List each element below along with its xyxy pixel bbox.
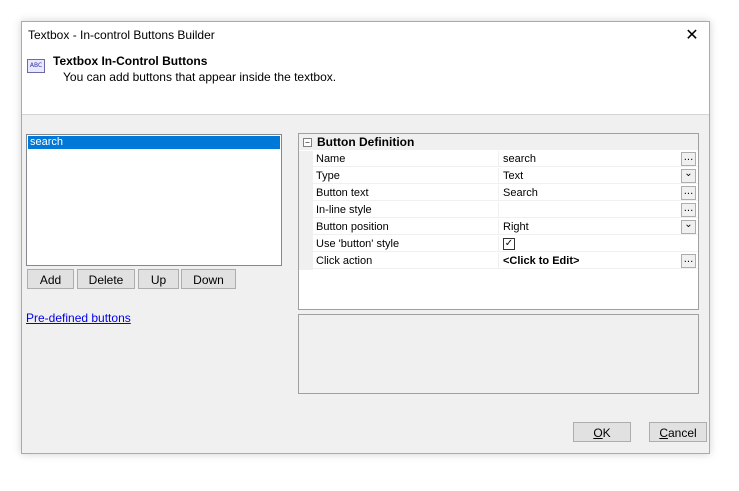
property-value-text: <Click to Edit>	[503, 255, 580, 267]
title-bar: Textbox - In-control Buttons Builder ✕	[22, 22, 709, 48]
collapse-icon[interactable]: −	[303, 138, 312, 147]
add-button[interactable]: Add	[27, 269, 74, 289]
property-row-click-action: Click action <Click to Edit> ...	[299, 253, 698, 270]
property-value-text: Right	[503, 221, 529, 233]
row-gutter	[299, 202, 313, 219]
property-value-text: search	[503, 153, 537, 165]
chevron-down-icon[interactable]: ⌄	[681, 220, 696, 234]
property-value-text: Text	[503, 170, 524, 182]
property-row-name: Name search ...	[299, 151, 698, 168]
cancel-button[interactable]: Cancel	[649, 422, 707, 442]
cancel-label: ancel	[667, 426, 697, 440]
property-grid: − Button Definition Name search ... Type…	[298, 133, 699, 310]
property-value[interactable]: ...	[499, 202, 698, 218]
ellipsis-icon[interactable]: ...	[681, 203, 696, 217]
property-name[interactable]: Click action	[313, 253, 499, 269]
row-gutter	[299, 168, 313, 185]
property-name[interactable]: Name	[313, 151, 499, 167]
property-row-inline-style: In-line style ...	[299, 202, 698, 219]
property-value[interactable]: Text ⌄	[499, 168, 698, 184]
property-row-button-text: Button text Search ...	[299, 185, 698, 202]
property-value[interactable]: search ...	[499, 151, 698, 167]
property-value-text: Search	[503, 187, 538, 199]
category-label: Button Definition	[317, 135, 415, 149]
ok-mnemonic: O	[593, 426, 603, 440]
header-title: Textbox In-Control Buttons	[53, 54, 208, 68]
use-button-style-checkbox[interactable]: ✓	[503, 238, 515, 250]
ellipsis-icon[interactable]: ...	[681, 152, 696, 166]
property-name[interactable]: Use 'button' style	[313, 236, 499, 252]
property-name[interactable]: Button position	[313, 219, 499, 235]
row-gutter	[299, 151, 313, 168]
property-value[interactable]: Search ...	[499, 185, 698, 201]
property-value[interactable]: Right ⌄	[499, 219, 698, 235]
property-row-button-position: Button position Right ⌄	[299, 219, 698, 236]
property-name[interactable]: In-line style	[313, 202, 499, 218]
property-description-panel	[298, 314, 699, 394]
up-button[interactable]: Up	[138, 269, 179, 289]
window-title: Textbox - In-control Buttons Builder	[28, 28, 215, 42]
row-gutter	[299, 185, 313, 202]
predefined-buttons-link[interactable]: Pre-defined buttons	[26, 311, 131, 325]
row-gutter	[299, 253, 313, 270]
header-subtitle: You can add buttons that appear inside t…	[63, 70, 337, 84]
property-name[interactable]: Type	[313, 168, 499, 184]
down-button[interactable]: Down	[181, 269, 236, 289]
dialog-header: ABC Textbox In-Control Buttons You can a…	[22, 48, 709, 115]
cancel-mnemonic: C	[659, 426, 668, 440]
property-row-use-button-style: Use 'button' style ✓	[299, 236, 698, 253]
dialog-window: Textbox - In-control Buttons Builder ✕ A…	[21, 21, 710, 454]
delete-button[interactable]: Delete	[77, 269, 135, 289]
ellipsis-icon[interactable]: ...	[681, 254, 696, 268]
ok-button[interactable]: OK	[573, 422, 631, 442]
buttons-listbox[interactable]: search	[26, 134, 282, 266]
ellipsis-icon[interactable]: ...	[681, 186, 696, 200]
close-icon[interactable]: ✕	[675, 22, 709, 48]
property-value[interactable]: <Click to Edit> ...	[499, 253, 698, 269]
ok-label: K	[602, 426, 611, 440]
abc-textbox-icon: ABC	[27, 59, 45, 73]
row-gutter	[299, 219, 313, 236]
category-header: − Button Definition	[299, 134, 698, 150]
row-gutter	[299, 236, 313, 253]
chevron-down-icon[interactable]: ⌄	[681, 169, 696, 183]
property-row-type: Type Text ⌄	[299, 168, 698, 185]
property-value[interactable]: ✓	[499, 236, 698, 252]
list-item[interactable]: search	[28, 136, 280, 149]
property-name[interactable]: Button text	[313, 185, 499, 201]
